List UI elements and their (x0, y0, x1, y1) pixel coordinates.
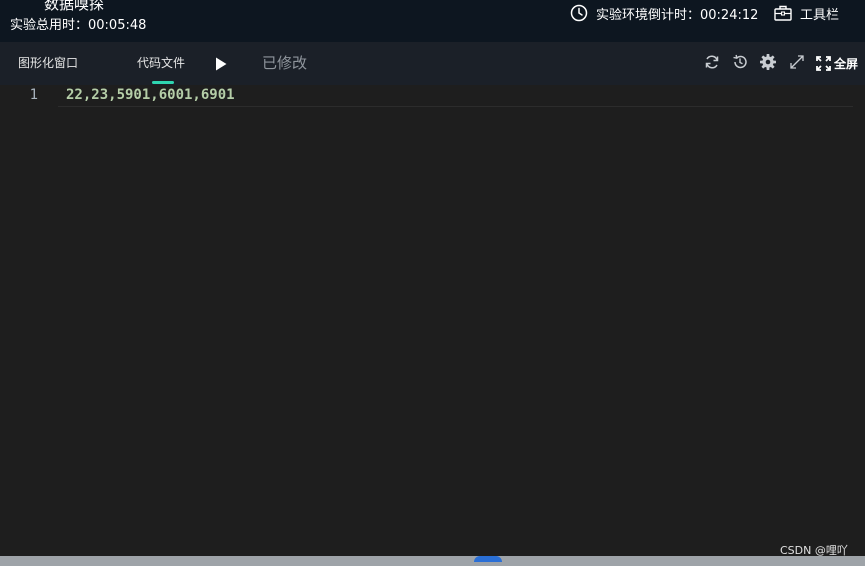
tab-code-file[interactable]: 代码文件 (137, 42, 185, 85)
toolbar-label: 工具栏 (800, 7, 840, 23)
history-icon[interactable] (731, 53, 749, 71)
toolbar-button[interactable]: 工具栏 (774, 3, 839, 23)
active-tab-indicator (152, 81, 174, 84)
drag-handle[interactable] (474, 556, 502, 562)
lab-title: 数据嗅探 (44, 0, 105, 13)
settings-icon[interactable] (759, 53, 777, 71)
refresh-icon[interactable] (703, 53, 721, 71)
top-header: 数据嗅探 实验总用时：00:05:48 实验环境倒计时：00:24:12 工具栏 (0, 0, 865, 42)
clock-icon (570, 4, 588, 22)
expand-icon[interactable] (788, 53, 806, 71)
tab-bar: 图形化窗口 代码文件 已修改 全屏 (0, 42, 865, 85)
code-line[interactable]: 22,23,5901,6001,6901 (66, 87, 235, 103)
line-number: 1 (29, 87, 38, 103)
elapsed-time: 实验总用时：00:05:48 (10, 18, 147, 33)
fullscreen-icon (816, 55, 831, 71)
fullscreen-label: 全屏 (834, 56, 859, 71)
code-editor[interactable]: 1 22,23,5901,6001,6901 (0, 85, 865, 556)
countdown-timer: 实验环境倒计时：00:24:12 (570, 3, 758, 23)
tab-graphic-window[interactable]: 图形化窗口 (18, 42, 78, 85)
countdown-label: 实验环境倒计时：00:24:12 (596, 7, 759, 23)
bottom-scrollbar[interactable] (0, 556, 865, 566)
fullscreen-button[interactable]: 全屏 (816, 53, 858, 73)
modified-status: 已修改 (262, 54, 308, 72)
toolbox-icon (774, 5, 792, 21)
run-icon[interactable] (214, 56, 228, 72)
